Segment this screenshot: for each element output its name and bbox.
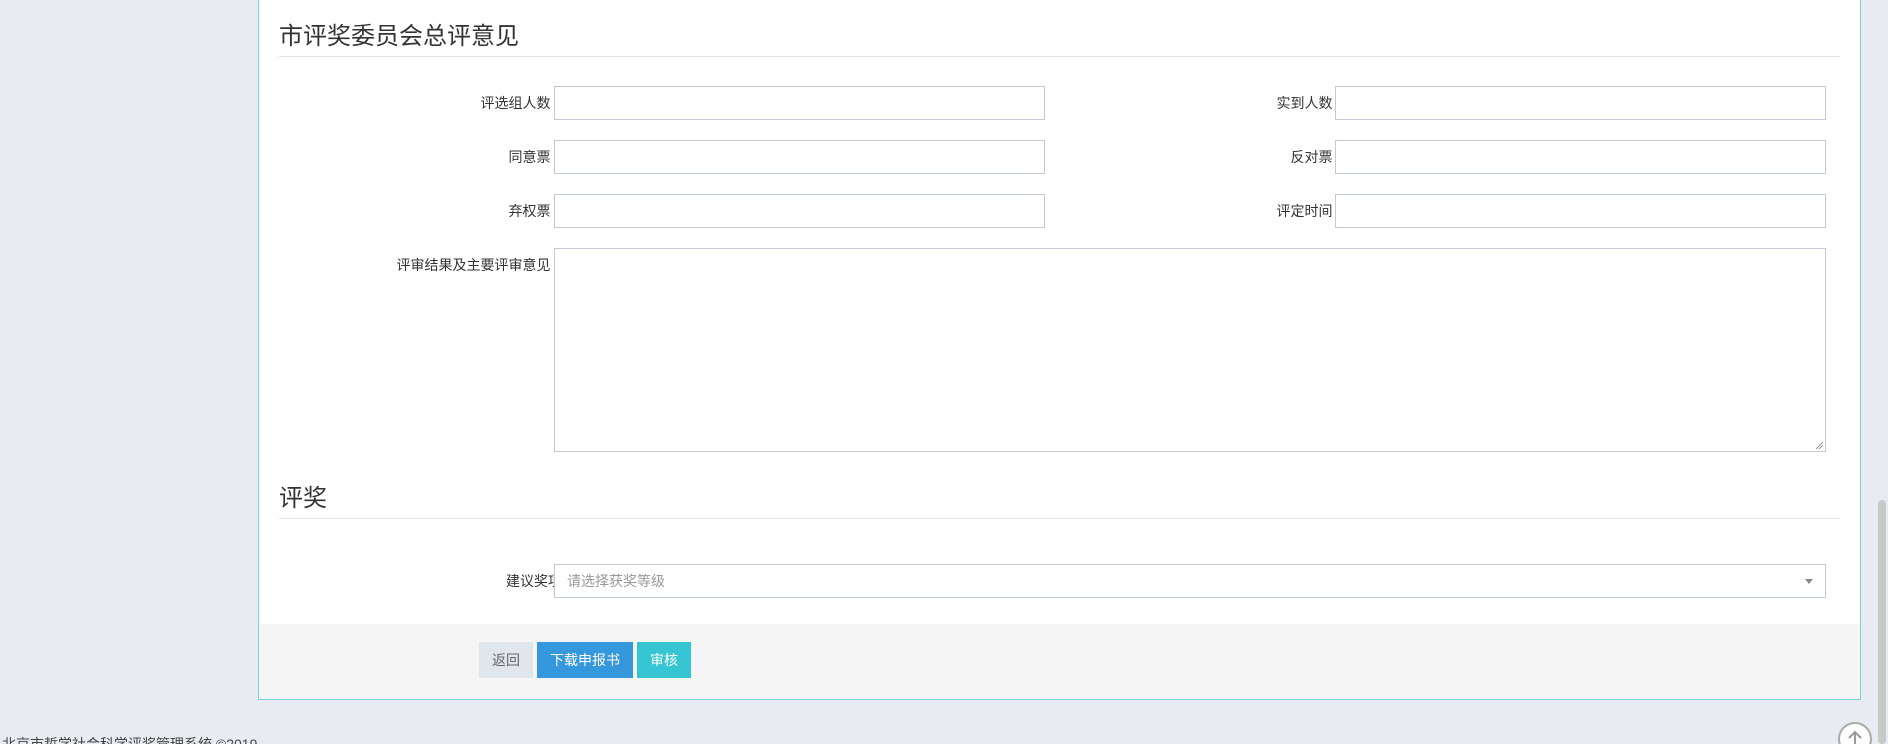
abstain-votes-input[interactable] — [554, 194, 1045, 228]
group-count-label: 评选组人数* — [481, 93, 562, 113]
section-title-committee: 市评奖委员会总评意见 — [279, 23, 519, 50]
agree-votes-input[interactable] — [554, 140, 1045, 174]
scrollbar-thumb[interactable] — [1878, 500, 1886, 744]
award-level-select[interactable]: 请选择获奖等级 — [554, 564, 1826, 598]
section-divider — [279, 56, 1840, 57]
arrow-up-circle-icon — [1848, 730, 1862, 744]
copyright-text: 北京市哲学社会科学评奖管理系统 ©2019 — [2, 736, 258, 744]
page-scrollbar[interactable] — [1871, 0, 1888, 744]
award-level-placeholder: 请选择获奖等级 — [567, 573, 665, 589]
section-title-award: 评奖 — [279, 485, 327, 512]
evaluation-date-input[interactable] — [1335, 194, 1826, 228]
page: 市评奖委员会总评意见 评选组人数* 实到人数* 同意票* 反对票* 弃权票* 评… — [0, 0, 1888, 744]
opinion-label: 评审结果及主要评审意见* — [397, 255, 562, 275]
chevron-down-icon — [1805, 579, 1813, 584]
back-button[interactable]: 返回 — [479, 642, 533, 678]
attendance-input[interactable] — [1335, 86, 1826, 120]
review-button[interactable]: 审核 — [637, 642, 691, 678]
opinion-textarea[interactable] — [554, 248, 1826, 452]
attendance-label: 实到人数* — [1277, 93, 1344, 113]
group-count-input[interactable] — [554, 86, 1045, 120]
resize-grip-icon[interactable] — [1814, 440, 1824, 450]
section-divider — [279, 518, 1840, 519]
review-form-panel: 市评奖委员会总评意见 评选组人数* 实到人数* 同意票* 反对票* 弃权票* 评… — [258, 0, 1861, 700]
download-application-button[interactable]: 下载申报书 — [537, 642, 633, 678]
oppose-votes-input[interactable] — [1335, 140, 1826, 174]
evaluation-date-label: 评定时间* — [1277, 201, 1344, 221]
back-to-top-button[interactable] — [1838, 722, 1872, 744]
